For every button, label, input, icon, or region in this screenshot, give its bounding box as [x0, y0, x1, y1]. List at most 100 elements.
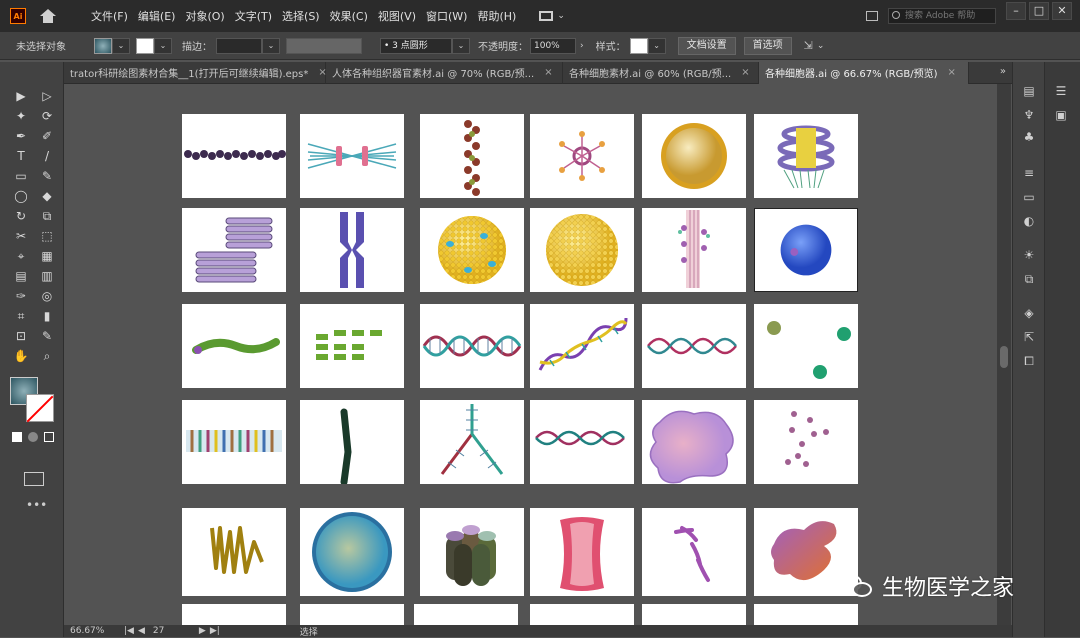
artboard-dark-fiber[interactable] [300, 400, 404, 486]
artboard-partial-3[interactable] [414, 604, 518, 625]
variable-width-profile[interactable] [286, 37, 362, 54]
artboard-dna-helix-4[interactable] [530, 400, 634, 484]
gradient-mode-icon[interactable] [28, 432, 38, 442]
tool-button-icon[interactable]: ▮ [34, 306, 60, 326]
artboard-dna-helix-3[interactable] [182, 400, 286, 484]
artboard-golgi-stack[interactable] [754, 114, 858, 198]
tool-button-icon[interactable]: ✦ [8, 106, 34, 126]
vertical-scrollbar[interactable] [997, 84, 1011, 625]
artboards-icon[interactable]: ⧠ [1022, 354, 1036, 368]
menu-window[interactable]: 窗口(W) [421, 8, 472, 24]
tool-button-icon[interactable]: ▤ [8, 266, 34, 286]
menu-select[interactable]: 选择(S) [277, 8, 325, 24]
color-mode-icon[interactable] [12, 432, 22, 442]
first-page-icon[interactable]: |◀ [124, 626, 134, 636]
fill-color-swatch[interactable] [94, 37, 112, 54]
tab-overflow-icon[interactable]: » [1000, 66, 1006, 77]
artboard-dna-helix-2[interactable] [642, 304, 746, 388]
last-page-icon[interactable]: ▶| [210, 626, 220, 636]
tool-button-icon[interactable]: ✐ [34, 126, 60, 146]
artboard-microtubule-bundle[interactable] [182, 208, 286, 292]
tool-button-icon[interactable]: ⌕ [34, 346, 60, 366]
stroke-weight-field[interactable] [216, 37, 262, 54]
tab-document-2[interactable]: 人体各种组织器官素材.ai @ 70% (RGB/预... × [326, 61, 563, 84]
canvas[interactable] [64, 84, 999, 625]
minimize-button[interactable]: – [1006, 2, 1026, 20]
menu-view[interactable]: 视图(V) [373, 8, 421, 24]
artboard-dna-replication[interactable] [420, 400, 524, 484]
properties-icon[interactable]: ☰ [1054, 84, 1068, 98]
screen-mode-icon[interactable] [24, 472, 44, 486]
none-mode-icon[interactable] [44, 432, 54, 442]
stroke-weight-dropdown[interactable]: ⌄ [262, 37, 280, 54]
more-tools-icon[interactable]: ••• [26, 498, 47, 512]
opacity-chevron-icon[interactable]: › [580, 41, 584, 51]
tool-button-icon[interactable]: ⊡ [8, 326, 34, 346]
prev-page-icon[interactable]: ◀ [138, 626, 145, 636]
artboard-bead-chain[interactable] [182, 114, 286, 198]
artboard-purple-dots[interactable] [754, 400, 858, 484]
artboard-teal-cell[interactable] [300, 508, 404, 596]
stroke-color-swatch[interactable] [136, 37, 154, 54]
tab-document-4[interactable]: 各种细胞器.ai @ 66.67% (RGB/预览) × [759, 61, 969, 84]
artboard-dna-helix-diagonal[interactable] [530, 304, 634, 388]
panel-toggle-icon[interactable] [866, 11, 878, 21]
workspace-layout-icon[interactable] [539, 11, 554, 21]
close-icon[interactable]: × [947, 67, 955, 78]
fill-dropdown[interactable]: ⌄ [112, 37, 130, 54]
menu-file[interactable]: 文件(F) [86, 8, 133, 24]
menu-edit[interactable]: 编辑(E) [133, 8, 181, 24]
help-search-input[interactable]: 搜索 Adobe 帮助 [888, 8, 996, 24]
tool-button-icon[interactable]: / [34, 146, 60, 166]
brush-definition-field[interactable]: • 3 点圆形 [380, 37, 452, 54]
close-icon[interactable]: × [544, 67, 552, 78]
artboard-partial-2[interactable] [300, 604, 404, 625]
artboard-green-ladder[interactable] [300, 304, 404, 388]
menu-type[interactable]: 文字(T) [230, 8, 277, 24]
tool-button-icon[interactable]: ▭ [8, 166, 34, 186]
tool-button-icon[interactable]: ✒ [8, 126, 34, 146]
artboard-green-rod[interactable] [182, 304, 286, 388]
preferences-button[interactable]: 首选项 [743, 36, 792, 55]
artboard-molecule-ring[interactable] [530, 114, 634, 198]
artboard-blue-sphere[interactable] [754, 208, 858, 292]
pages-icon[interactable]: ▣ [1054, 108, 1068, 122]
artboard-scattered-spheres[interactable] [754, 304, 858, 388]
chevron-down-icon[interactable]: ⌄ [557, 11, 565, 21]
brush-dropdown[interactable]: ⌄ [452, 37, 470, 54]
artboard-partial-6[interactable] [754, 604, 858, 625]
stroke-swatch[interactable] [26, 394, 54, 422]
export-icon[interactable]: ⇱ [1022, 330, 1036, 344]
opacity-label[interactable]: 不透明度： [478, 38, 528, 53]
home-icon[interactable] [40, 9, 56, 23]
tool-button-icon[interactable]: ✋ [8, 346, 34, 366]
menu-effect[interactable]: 效果(C) [325, 8, 373, 24]
artboard-vertical-beads[interactable] [420, 114, 524, 198]
graphic-styles-icon[interactable]: ⧉ [1022, 272, 1036, 286]
tool-button-icon[interactable]: ✎ [34, 166, 60, 186]
artboard-protein-column[interactable] [642, 208, 746, 292]
scrollbar-thumb[interactable] [1000, 346, 1008, 368]
artboard-yellow-cell-dots[interactable] [420, 208, 524, 292]
brushes-icon[interactable]: ♆ [1022, 108, 1036, 122]
tool-button-icon[interactable]: ⬚ [34, 226, 60, 246]
symbols-icon[interactable]: ♣ [1022, 130, 1036, 144]
artboard-partial-5[interactable] [642, 604, 746, 625]
tool-button-icon[interactable]: T [8, 146, 34, 166]
tool-button-icon[interactable]: ⌗ [8, 306, 34, 326]
artboard-amoeba-cell[interactable] [642, 400, 746, 484]
tool-button-icon[interactable]: ↻ [8, 206, 34, 226]
tool-button-icon[interactable]: ◯ [8, 186, 34, 206]
artboard-cylinder-cluster[interactable] [420, 508, 524, 596]
gradient-panel-icon[interactable]: ▭ [1022, 190, 1036, 204]
tool-button-icon[interactable]: ✂ [8, 226, 34, 246]
document-setup-button[interactable]: 文档设置 [677, 36, 736, 55]
next-page-icon[interactable]: ▶ [199, 626, 206, 636]
tool-button-icon[interactable]: ⌖ [8, 246, 34, 266]
artboard-dna-helix-1[interactable] [420, 304, 524, 388]
tool-button-icon[interactable]: ◎ [34, 286, 60, 306]
layers-icon[interactable]: ◈ [1022, 306, 1036, 320]
libraries-icon[interactable]: ▤ [1022, 84, 1036, 98]
tab-document-3[interactable]: 各种细胞素材.ai @ 60% (RGB/预... × [563, 61, 759, 84]
menu-object[interactable]: 对象(O) [180, 8, 229, 24]
